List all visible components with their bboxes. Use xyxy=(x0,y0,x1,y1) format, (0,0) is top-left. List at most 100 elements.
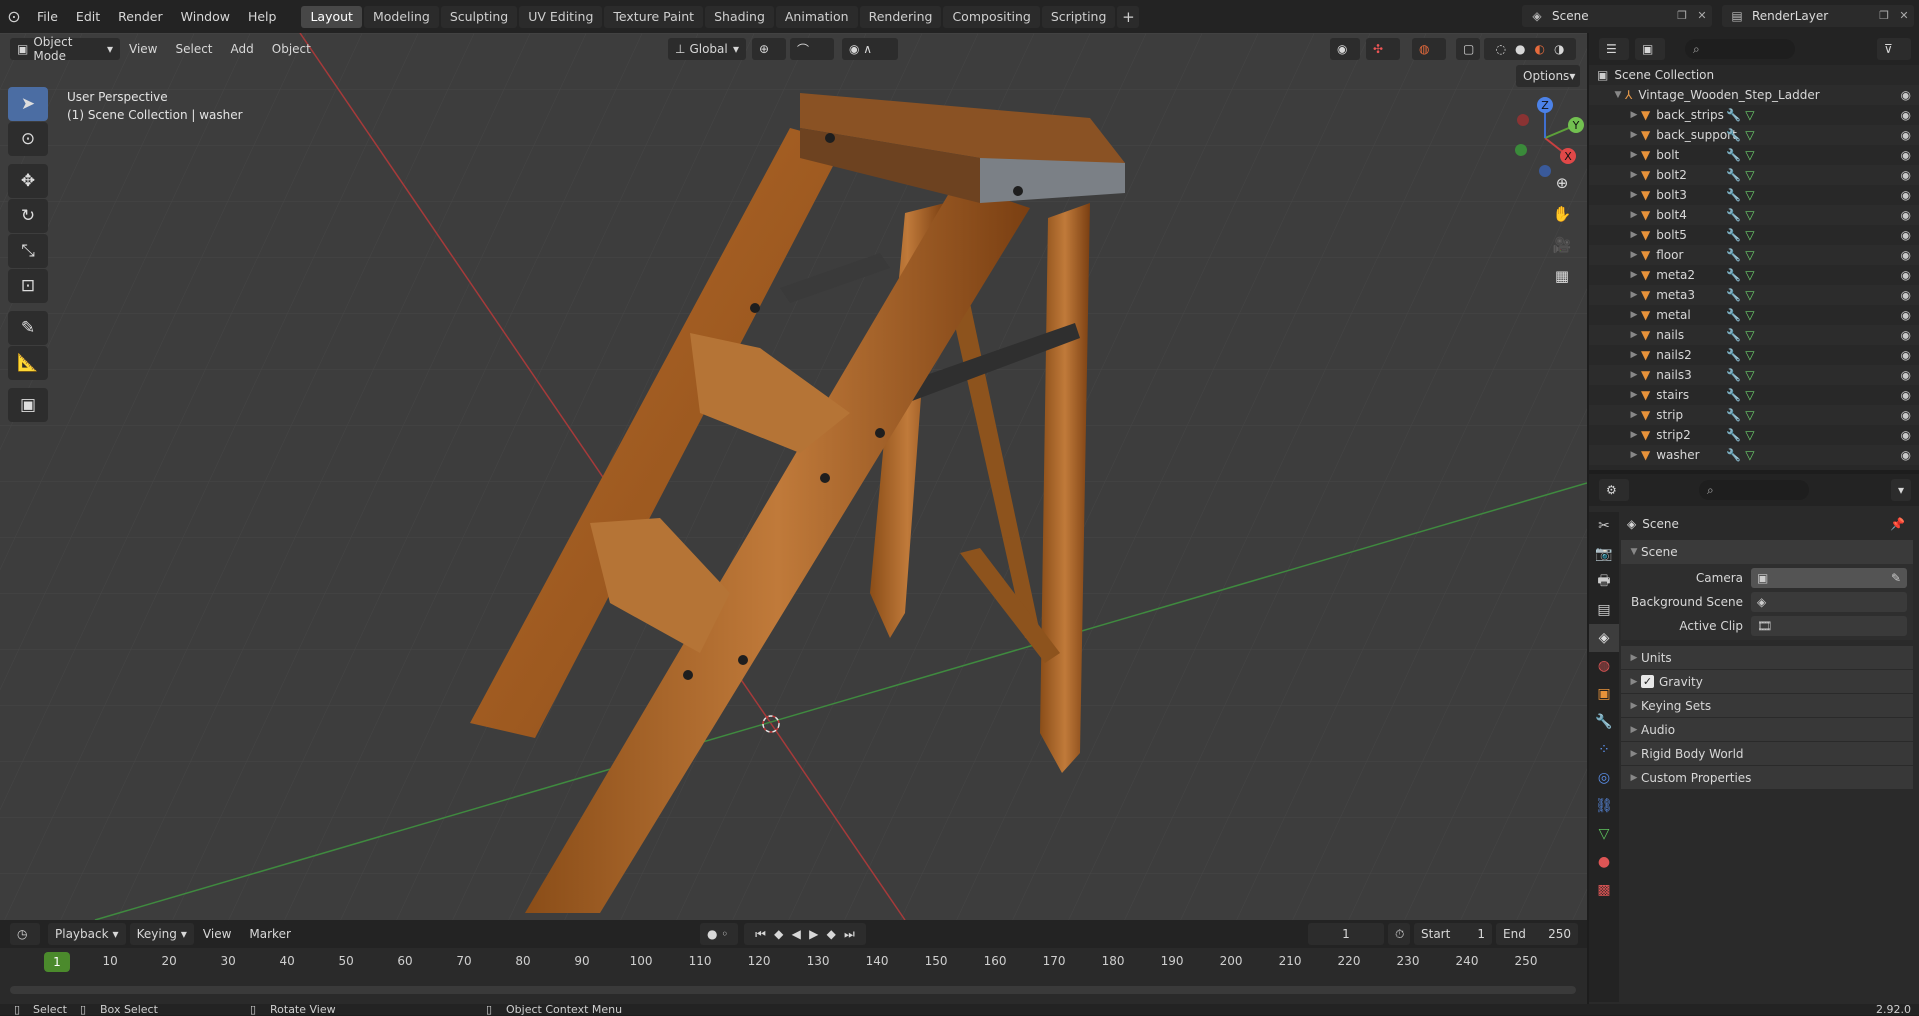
eye-icon[interactable]: ◉ xyxy=(1901,128,1911,142)
tab-sculpting[interactable]: Sculpting xyxy=(440,5,518,28)
eye-icon[interactable]: ◉ xyxy=(1901,448,1911,462)
expand-triangle-icon[interactable]: ▶ xyxy=(1627,350,1641,360)
physics-tab-icon[interactable]: ◎ xyxy=(1589,764,1619,792)
modifier-wrench-icon[interactable]: 🔧 xyxy=(1726,388,1741,402)
eye-icon[interactable]: ◉ xyxy=(1901,428,1911,442)
proportional-edit-icon[interactable]: ◉ ∧ xyxy=(842,38,898,60)
display-mode-icon[interactable]: ▣ xyxy=(1635,38,1665,60)
overlays-icon[interactable]: ◍ xyxy=(1412,38,1446,60)
modifier-wrench-icon[interactable]: 🔧 xyxy=(1726,228,1741,242)
menu-file[interactable]: File xyxy=(28,0,67,33)
units-panel[interactable]: ▶ Units xyxy=(1621,646,1913,670)
timeline-menu-view[interactable]: View xyxy=(194,927,240,941)
expand-triangle-icon[interactable]: ▶ xyxy=(1627,450,1641,460)
menu-add[interactable]: Add xyxy=(222,42,263,56)
rotate-tool[interactable]: ↻ xyxy=(8,199,48,233)
expand-triangle-icon[interactable]: ▶ xyxy=(1627,190,1641,200)
expand-triangle-icon[interactable]: ▶ xyxy=(1627,390,1641,400)
modifier-wrench-icon[interactable]: 🔧 xyxy=(1726,128,1741,142)
scene-collection-row[interactable]: ▣ Scene Collection xyxy=(1589,65,1919,85)
outliner-object-row[interactable]: ▶ ▼ back_support 🔧 ▽ ◉ xyxy=(1589,125,1919,145)
menu-help[interactable]: Help xyxy=(239,0,286,33)
expand-triangle-icon[interactable]: ▶ xyxy=(1627,270,1641,280)
scene-selector[interactable]: ◈ Scene ❐ ✕ xyxy=(1522,5,1712,27)
keying-sets-panel[interactable]: ▶ Keying Sets xyxy=(1621,694,1913,718)
outliner-object-row[interactable]: ▶ ▼ back_strips 🔧 ▽ ◉ xyxy=(1589,105,1919,125)
data-tab-icon[interactable]: ▽ xyxy=(1589,820,1619,848)
play-icon[interactable]: ▶ xyxy=(809,927,818,941)
tab-scripting[interactable]: Scripting xyxy=(1041,5,1116,28)
eye-icon[interactable]: ◉ xyxy=(1901,188,1911,202)
annotate-tool[interactable]: ✎ xyxy=(8,311,48,345)
timeline-menu-marker[interactable]: Marker xyxy=(240,927,299,941)
mesh-data-icon[interactable]: ▽ xyxy=(1745,408,1754,422)
background-scene-field[interactable]: ◈ xyxy=(1751,592,1907,612)
view-layer-tab-icon[interactable]: ▤ xyxy=(1589,596,1619,624)
stopwatch-icon[interactable]: ⏱ xyxy=(1388,923,1410,945)
expand-triangle-icon[interactable]: ▶ xyxy=(1627,230,1641,240)
menu-edit[interactable]: Edit xyxy=(67,0,109,33)
outliner-object-row[interactable]: ▶ ▼ strip 🔧 ▽ ◉ xyxy=(1589,405,1919,425)
outliner-search-input[interactable]: ⌕ xyxy=(1685,39,1795,59)
properties-editor-type-icon[interactable]: ⚙ xyxy=(1599,479,1629,501)
timeline-scrollbar[interactable] xyxy=(10,986,1576,994)
modifier-wrench-icon[interactable]: 🔧 xyxy=(1726,368,1741,382)
delete-scene-icon[interactable]: ✕ xyxy=(1692,6,1712,26)
mesh-data-icon[interactable]: ▽ xyxy=(1745,128,1754,142)
modifier-wrench-icon[interactable]: 🔧 xyxy=(1726,188,1741,202)
tool-tab-icon[interactable]: ✂ xyxy=(1589,512,1619,540)
material-shading-icon[interactable]: ◐ xyxy=(1535,42,1545,56)
outliner-object-row[interactable]: ▶ ▼ floor 🔧 ▽ ◉ xyxy=(1589,245,1919,265)
tab-rendering[interactable]: Rendering xyxy=(859,5,942,28)
expand-triangle-icon[interactable]: ▶ xyxy=(1627,370,1641,380)
mesh-data-icon[interactable]: ▽ xyxy=(1745,208,1754,222)
current-frame-marker[interactable]: 1 xyxy=(44,952,70,972)
outliner-object-row[interactable]: ▶ ▼ nails3 🔧 ▽ ◉ xyxy=(1589,365,1919,385)
options-dropdown[interactable]: Options ▾ xyxy=(1516,65,1580,87)
material-tab-icon[interactable]: ● xyxy=(1589,848,1619,876)
playback-dropdown[interactable]: Playback ▾ xyxy=(48,923,126,945)
modifier-wrench-icon[interactable]: 🔧 xyxy=(1726,448,1741,462)
tab-layout[interactable]: Layout xyxy=(301,5,362,28)
keying-dropdown[interactable]: Keying ▾ xyxy=(129,923,194,945)
modifier-tab-icon[interactable]: 🔧 xyxy=(1589,708,1619,736)
outliner-object-row[interactable]: ▶ ▼ bolt2 🔧 ▽ ◉ xyxy=(1589,165,1919,185)
mesh-data-icon[interactable]: ▽ xyxy=(1745,228,1754,242)
rigid-body-world-panel[interactable]: ▶ Rigid Body World xyxy=(1621,742,1913,766)
camera-view-icon[interactable]: 🎥 xyxy=(1547,230,1577,260)
active-clip-field[interactable]: 🎞 xyxy=(1751,616,1907,636)
view-layer-selector[interactable]: ▤ RenderLayer ❐ ✕ xyxy=(1722,5,1914,27)
outliner-object-row[interactable]: ▶ ▼ nails2 🔧 ▽ ◉ xyxy=(1589,345,1919,365)
eye-icon[interactable]: ◉ xyxy=(1901,228,1911,242)
select-box-tool[interactable]: ➤ xyxy=(8,87,48,121)
modifier-wrench-icon[interactable]: 🔧 xyxy=(1726,148,1741,162)
eye-icon[interactable]: ◉ xyxy=(1901,328,1911,342)
constraints-tab-icon[interactable]: ⛓ xyxy=(1589,792,1619,820)
outliner-object-row[interactable]: ▶ ▼ stairs 🔧 ▽ ◉ xyxy=(1589,385,1919,405)
record-icon[interactable]: ● ◦ xyxy=(700,923,738,945)
mesh-data-icon[interactable]: ▽ xyxy=(1745,288,1754,302)
tab-animation[interactable]: Animation xyxy=(775,5,858,28)
outliner-object-row[interactable]: ▶ ▼ nails 🔧 ▽ ◉ xyxy=(1589,325,1919,345)
mesh-data-icon[interactable]: ▽ xyxy=(1745,148,1754,162)
collapse-triangle-icon[interactable]: ▼ xyxy=(1611,90,1625,100)
properties-search-input[interactable]: ⌕ xyxy=(1699,480,1809,500)
eye-icon[interactable]: ◉ xyxy=(1901,168,1911,182)
expand-triangle-icon[interactable]: ▶ xyxy=(1627,210,1641,220)
cursor-tool[interactable]: ⊙ xyxy=(8,122,48,156)
expand-triangle-icon[interactable]: ▶ xyxy=(1627,290,1641,300)
timeline-editor[interactable]: ◷ Playback ▾ Keying ▾ View Marker ● ◦ ⏮ ◆ … xyxy=(0,920,1587,1004)
3d-viewport[interactable]: ▣ Object Mode ▾ View Select Add Object ⊥ Gl… xyxy=(0,33,1587,920)
modifier-wrench-icon[interactable]: 🔧 xyxy=(1726,268,1741,282)
modifier-wrench-icon[interactable]: 🔧 xyxy=(1726,328,1741,342)
prev-keyframe-icon[interactable]: ◆ xyxy=(774,927,783,941)
outliner-object-row[interactable]: ▶ ▼ bolt3 🔧 ▽ ◉ xyxy=(1589,185,1919,205)
expand-triangle-icon[interactable]: ▶ xyxy=(1627,310,1641,320)
outliner-object-row[interactable]: ▶ ▼ meta2 🔧 ▽ ◉ xyxy=(1589,265,1919,285)
new-scene-icon[interactable]: ❐ xyxy=(1672,6,1692,26)
mesh-data-icon[interactable]: ▽ xyxy=(1745,168,1754,182)
solid-shading-icon[interactable]: ● xyxy=(1515,42,1525,56)
gravity-checkbox[interactable]: ✓ xyxy=(1641,675,1654,688)
expand-triangle-icon[interactable]: ▶ xyxy=(1627,430,1641,440)
render-tab-icon[interactable]: 📷 xyxy=(1589,540,1619,568)
